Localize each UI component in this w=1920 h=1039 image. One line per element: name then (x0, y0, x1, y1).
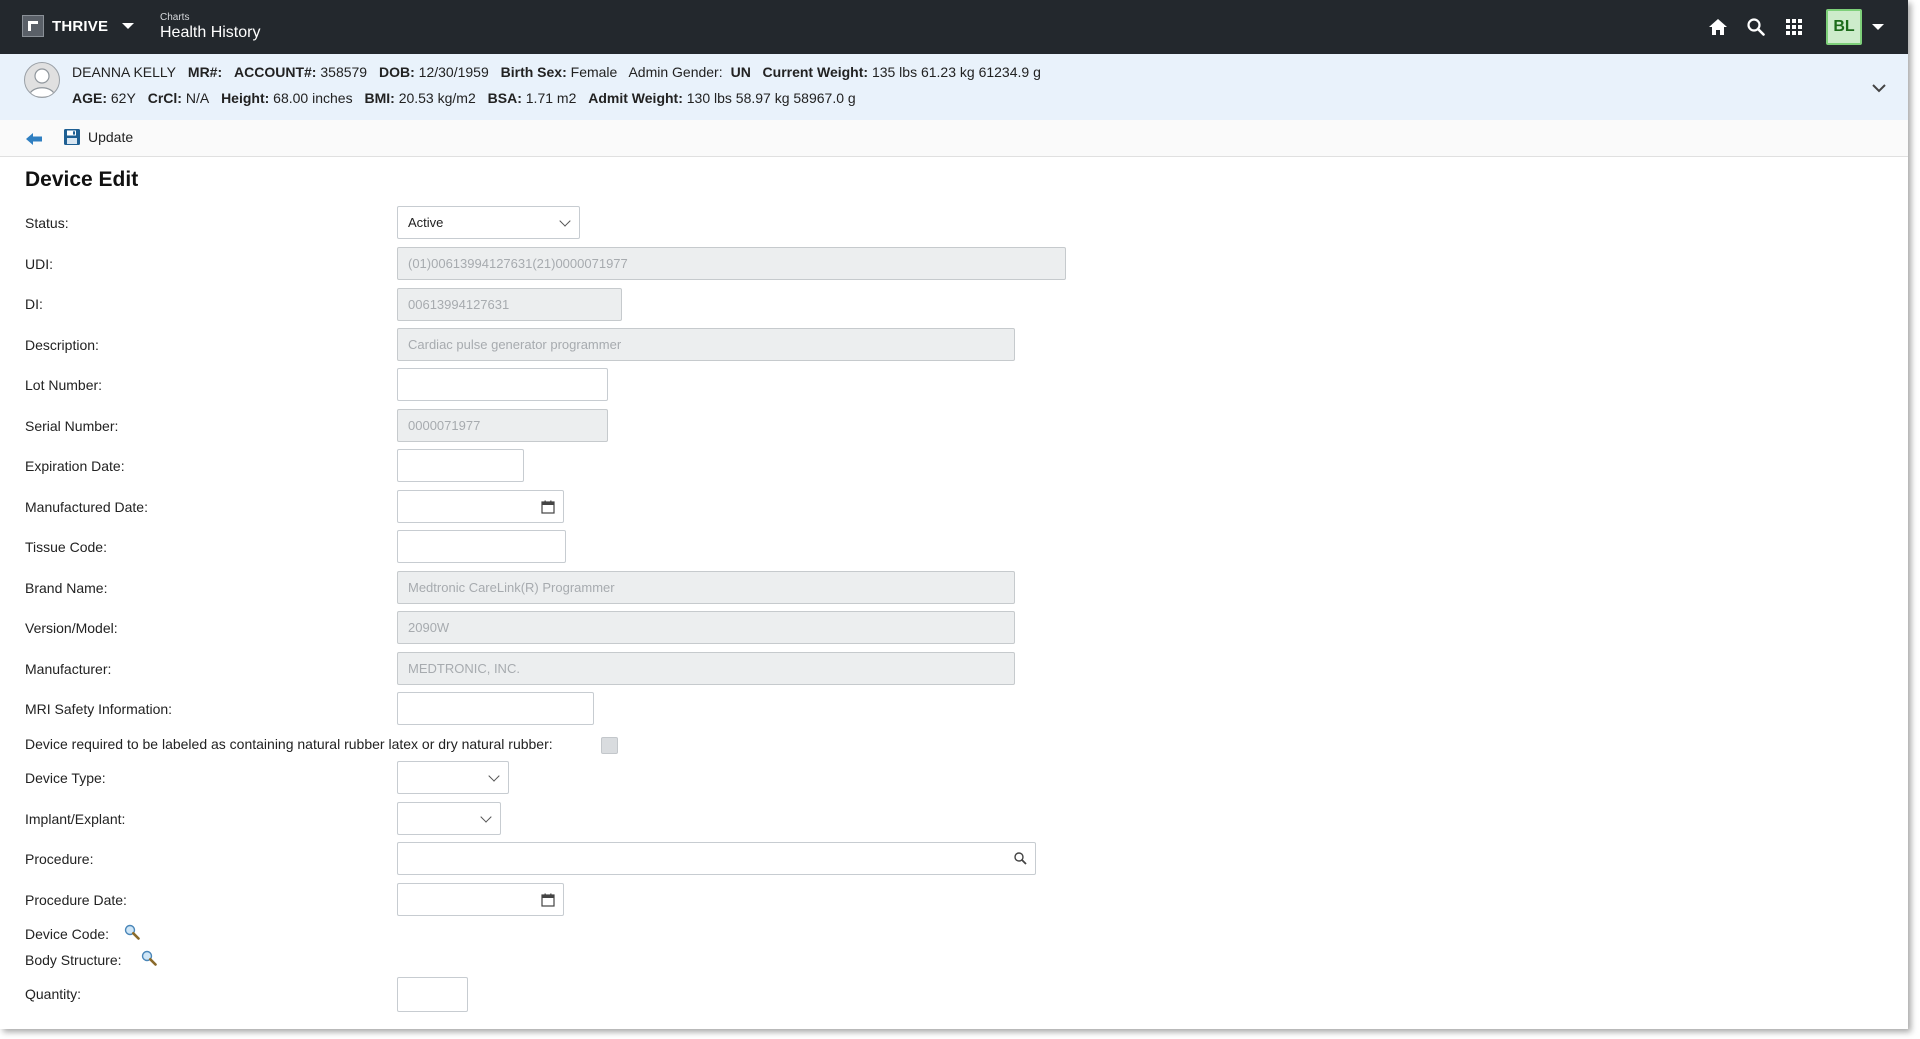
version-model-field: 2090W (397, 611, 1015, 644)
procedure-date-label: Procedure Date: (25, 892, 127, 908)
brand-name-field: Medtronic CareLink(R) Programmer (397, 571, 1015, 604)
procedure-search-input[interactable] (397, 842, 1036, 875)
dob-value: 12/30/1959 (418, 64, 489, 80)
admit-weight-label: Admit Weight: (588, 90, 683, 106)
calendar-icon[interactable] (541, 500, 555, 517)
udi-field: (01)00613994127631(21)0000071977 (397, 247, 1066, 280)
brand-name: THRIVE (52, 17, 109, 35)
description-field: Cardiac pulse generator programmer (397, 328, 1015, 361)
mri-safety-label: MRI Safety Information: (25, 701, 173, 717)
search-icon[interactable] (1744, 15, 1768, 39)
breadcrumb-section[interactable]: Charts (160, 12, 260, 23)
crcl-value: N/A (185, 90, 210, 106)
dob-label: DOB: (378, 64, 415, 80)
procedure-label: Procedure: (25, 851, 94, 867)
brand-dropdown-caret-icon[interactable] (122, 23, 135, 29)
expiration-date-input[interactable] (397, 449, 524, 482)
top-actions: BL (1706, 0, 1908, 54)
bsa-value: 1.71 m2 (525, 90, 577, 106)
height-label: Height: (221, 90, 270, 106)
chevron-down-icon (488, 769, 500, 782)
quantity-label: Quantity: (25, 986, 82, 1002)
body-structure-magnifier-icon[interactable] (141, 950, 157, 971)
description-label: Description: (25, 337, 99, 353)
page-heading: Health History (160, 24, 261, 41)
manufacturer-label: Manufacturer: (25, 661, 112, 677)
manufactured-date-input[interactable] (397, 490, 564, 523)
update-button[interactable]: Update (64, 129, 133, 145)
status-select-value: Active (408, 215, 444, 230)
page-title: Device Edit (25, 168, 139, 191)
bsa-label: BSA: (487, 90, 522, 106)
udi-label: UDI: (25, 256, 53, 272)
height-value: 68.00 inches (273, 90, 353, 106)
implant-explant-label: Implant/Explant: (25, 811, 126, 827)
account-label: ACCOUNT#: (234, 64, 317, 80)
expiration-date-label: Expiration Date: (25, 458, 125, 474)
di-field: 00613994127631 (397, 288, 622, 321)
body-structure-label: Body Structure: (25, 952, 122, 968)
device-type-label: Device Type: (25, 770, 106, 786)
version-model-label: Version/Model: (25, 620, 118, 636)
procedure-date-input[interactable] (397, 883, 564, 916)
save-icon (64, 129, 80, 145)
breadcrumb: Charts Health History (160, 12, 260, 43)
patient-name: DEANNA KELLY (72, 64, 177, 80)
age-value: 62Y (110, 90, 136, 106)
search-icon[interactable] (1014, 852, 1027, 868)
chevron-down-icon (480, 810, 492, 823)
banner-expand-chevron-down-icon[interactable] (1872, 80, 1886, 98)
admit-weight-value: 130 lbs 58.97 kg 58967.0 g (686, 90, 856, 106)
app-window: THRIVE Charts Health History BL DEANNA K… (0, 0, 1908, 1029)
action-toolbar: Update (0, 120, 1908, 157)
age-label: AGE: (72, 90, 107, 106)
implant-explant-select[interactable] (397, 802, 501, 835)
tissue-code-input[interactable] (397, 530, 566, 563)
mri-safety-input[interactable] (397, 692, 594, 725)
current-weight-label: Current Weight: (762, 64, 869, 80)
thrive-logo-icon (22, 15, 44, 37)
manufacturer-field: MEDTRONIC, INC. (397, 652, 1015, 685)
patient-info-row-1: DEANNA KELLY MR#: ACCOUNT#: 358579 DOB: … (72, 64, 1049, 80)
patient-banner: DEANNA KELLY MR#: ACCOUNT#: 358579 DOB: … (0, 54, 1908, 121)
patient-info-row-2: AGE: 62Y CrCl: N/A Height: 68.00 inches … (72, 90, 864, 106)
calendar-icon[interactable] (541, 893, 555, 910)
crcl-label: CrCl: (147, 90, 182, 106)
di-label: DI: (25, 296, 43, 312)
chevron-down-icon (559, 214, 571, 227)
tissue-code-label: Tissue Code: (25, 539, 107, 555)
lot-number-input[interactable] (397, 368, 608, 401)
apps-grid-icon[interactable] (1782, 15, 1806, 39)
bmi-value: 20.53 kg/m2 (398, 90, 476, 106)
admin-gender-value: UN (730, 64, 751, 80)
serial-number-label: Serial Number: (25, 418, 119, 434)
birth-sex-label: Birth Sex: (500, 64, 567, 80)
home-icon[interactable] (1706, 15, 1730, 39)
back-arrow-icon[interactable] (26, 132, 42, 150)
update-button-label: Update (88, 129, 134, 145)
device-code-magnifier-icon[interactable] (124, 924, 140, 945)
current-weight-value: 135 lbs 61.23 kg 61234.9 g (871, 64, 1041, 80)
lot-number-label: Lot Number: (25, 377, 103, 393)
birth-sex-value: Female (570, 64, 618, 80)
status-label: Status: (25, 215, 69, 231)
patient-photo-icon (24, 62, 60, 98)
app-switcher[interactable]: THRIVE (22, 15, 135, 37)
status-select[interactable]: Active (397, 206, 580, 239)
device-type-select[interactable] (397, 761, 509, 794)
account-value: 358579 (320, 64, 368, 80)
manufactured-date-label: Manufactured Date: (25, 499, 148, 515)
user-avatar[interactable]: BL (1826, 9, 1862, 45)
latex-label: Device required to be labeled as contain… (25, 736, 553, 752)
top-navigation-bar: THRIVE Charts Health History BL (0, 0, 1908, 54)
quantity-input[interactable] (397, 977, 468, 1012)
device-code-label: Device Code: (25, 926, 110, 942)
latex-checkbox[interactable] (601, 737, 618, 754)
serial-number-field: 0000071977 (397, 409, 608, 442)
bmi-label: BMI: (364, 90, 395, 106)
admin-gender-label: Admin Gender: (628, 64, 723, 80)
mr-label: MR#: (187, 64, 223, 80)
user-menu-caret-icon[interactable] (1872, 24, 1884, 30)
brand-name-label: Brand Name: (25, 580, 108, 596)
